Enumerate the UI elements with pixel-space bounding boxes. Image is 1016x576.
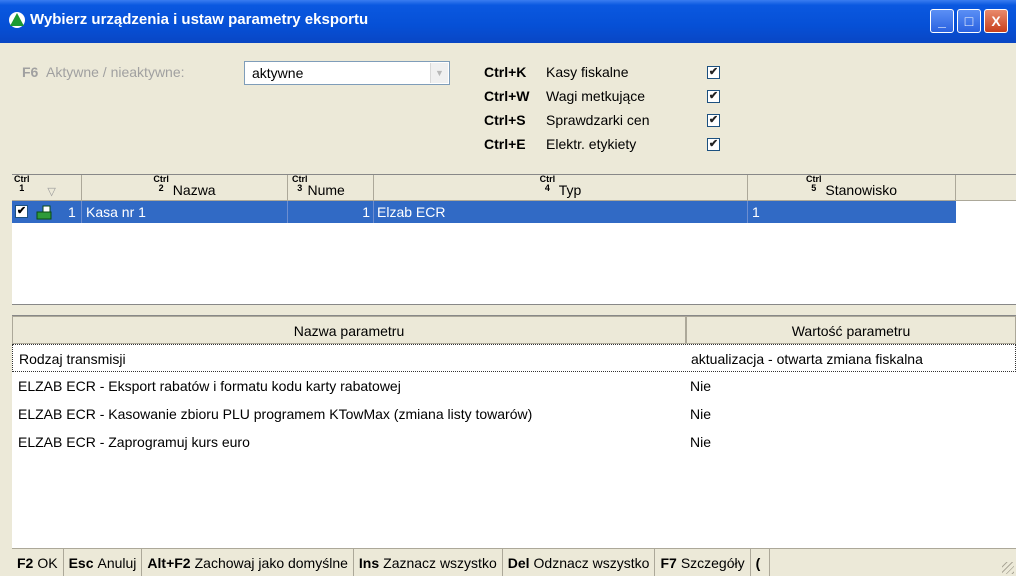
maximize-button[interactable]: □: [957, 9, 981, 33]
param-row[interactable]: ELZAB ECR - Zaprogramuj kurs euro Nie: [12, 428, 1016, 456]
parameters-table[interactable]: Nazwa parametru Wartość parametru Rodzaj…: [12, 316, 1016, 548]
column-label: Nazwa: [172, 182, 216, 198]
column-header-param-value[interactable]: Wartość parametru: [686, 316, 1016, 344]
statusbar-command[interactable]: (: [751, 549, 771, 576]
device-type-label: Elektr. etykiety: [546, 136, 637, 152]
ctrl-marker: Ctrl 3: [292, 175, 308, 193]
device-type-label: Kasy fiskalne: [546, 64, 629, 80]
column-label: Stanowisko: [825, 182, 897, 198]
param-value[interactable]: Nie: [690, 372, 711, 400]
ctrl-marker: Ctrl 5: [806, 175, 822, 193]
command-label: Odznacz wszystko: [533, 555, 650, 571]
maximize-icon: □: [964, 13, 974, 29]
panel-splitter[interactable]: [12, 304, 1016, 316]
shortcut-label: Ctrl+S: [484, 112, 526, 128]
filter-shortcut: F6: [22, 64, 39, 80]
ctrl-marker: Ctrl 1: [14, 175, 30, 193]
statusbar-command[interactable]: F7 Szczegóły: [655, 549, 751, 576]
device-type-checkbox[interactable]: ✔: [707, 138, 720, 151]
devices-table[interactable]: Ctrl 1 ▽ Ctrl 2 Nazwa Ctrl 3 Nume Ctrl 4 Typ …: [12, 174, 1016, 304]
command-label: Zaznacz wszystko: [383, 555, 497, 571]
column-header-filler: [956, 175, 1016, 201]
command-key: F7: [660, 555, 677, 571]
column-header-nazwa[interactable]: Ctrl 2 Nazwa: [82, 175, 288, 201]
command-key: Alt+F2: [147, 555, 191, 571]
column-header-typ[interactable]: Ctrl 4 Typ: [374, 175, 748, 201]
command-key: Ins: [358, 555, 380, 571]
param-row[interactable]: ELZAB ECR - Kasowanie zbioru PLU program…: [12, 400, 1016, 428]
column-header-numer[interactable]: Ctrl 3 Nume: [288, 175, 374, 201]
column-header-stanowisko[interactable]: Ctrl 5 Stanowisko: [748, 175, 956, 201]
active-filter-select[interactable]: aktywne ▼: [244, 61, 450, 85]
column-label: Nume: [307, 182, 345, 198]
statusbar-command[interactable]: Alt+F2 Zachowaj jako domyślne: [142, 549, 354, 576]
row-checkbox[interactable]: ✔: [15, 205, 28, 218]
device-type-label: Wagi metkujące: [546, 88, 646, 104]
minimize-icon: _: [938, 13, 946, 29]
command-key: Esc: [68, 555, 94, 571]
param-value[interactable]: Nie: [690, 400, 711, 428]
minimize-button[interactable]: _: [930, 9, 954, 33]
param-name: ELZAB ECR - Eksport rabatów i formatu ko…: [18, 378, 401, 394]
shortcut-label: Ctrl+W: [484, 88, 530, 104]
ctrl-marker: Ctrl 2: [153, 175, 169, 193]
column-header-param-name[interactable]: Nazwa parametru: [12, 316, 686, 344]
row-nazwa[interactable]: Kasa nr 1: [82, 201, 288, 223]
close-icon: X: [991, 13, 1001, 29]
param-value[interactable]: Nie: [690, 428, 711, 456]
window-title: Wybierz urządzenia i ustaw parametry eks…: [30, 11, 369, 28]
device-type-checkbox[interactable]: ✔: [707, 90, 720, 103]
shortcut-label: Ctrl+E: [484, 136, 526, 152]
param-name: ELZAB ECR - Zaprogramuj kurs euro: [18, 434, 250, 450]
statusbar-command[interactable]: Del Odznacz wszystko: [503, 549, 656, 576]
window-titlebar: Wybierz urządzenia i ustaw parametry eks…: [0, 0, 1016, 43]
command-label: Zachowaj jako domyślne: [194, 555, 348, 571]
row-stanowisko[interactable]: 1: [748, 201, 956, 223]
param-row[interactable]: ELZAB ECR - Eksport rabatów i formatu ko…: [12, 372, 1016, 400]
column-header-lp[interactable]: Ctrl 1 ▽: [12, 175, 82, 201]
device-type-checkbox[interactable]: ✔: [707, 66, 720, 79]
command-key: Del: [507, 555, 530, 571]
ctrl-marker: Ctrl 4: [539, 175, 556, 193]
statusbar-command[interactable]: Esc Anuluj: [64, 549, 143, 576]
statusbar-command[interactable]: F2 OK: [12, 549, 64, 576]
param-row[interactable]: Rodzaj transmisji aktualizacja - otwarta …: [12, 344, 1016, 372]
row-lp: 1: [68, 204, 76, 220]
statusbar-command[interactable]: Ins Zaznacz wszystko: [354, 549, 503, 576]
command-key: (: [755, 555, 761, 571]
device-type-checkbox[interactable]: ✔: [707, 114, 720, 127]
device-type-label: Sprawdzarki cen: [546, 112, 650, 128]
row-numer[interactable]: 1: [288, 201, 374, 223]
sort-triangle-icon: ▽: [47, 186, 56, 198]
command-label: OK: [37, 555, 58, 571]
filter-label: Aktywne / nieaktywne:: [46, 64, 185, 80]
active-filter-value: aktywne: [252, 65, 304, 81]
statusbar: F2 OK Esc Anuluj Alt+F2 Zachowaj jako domyśln…: [12, 548, 1016, 576]
chevron-down-icon[interactable]: ▼: [430, 63, 448, 83]
close-button[interactable]: X: [984, 9, 1008, 33]
command-label: Szczegóły: [680, 555, 745, 571]
cash-register-icon: [36, 205, 52, 220]
resize-grip-icon[interactable]: [1002, 562, 1014, 574]
row-lp-cell[interactable]: ✔ 1: [12, 201, 82, 223]
param-value[interactable]: aktualizacja - otwarta zmiana fiskalna: [691, 345, 923, 373]
shortcut-label: Ctrl+K: [484, 64, 527, 80]
command-key: F2: [17, 555, 34, 571]
param-name: Rodzaj transmisji: [19, 351, 126, 367]
row-typ[interactable]: Elzab ECR: [374, 201, 748, 223]
column-label: Typ: [558, 182, 582, 198]
command-label: Anuluj: [97, 555, 137, 571]
param-name: ELZAB ECR - Kasowanie zbioru PLU program…: [18, 406, 533, 422]
app-icon: [9, 12, 25, 28]
